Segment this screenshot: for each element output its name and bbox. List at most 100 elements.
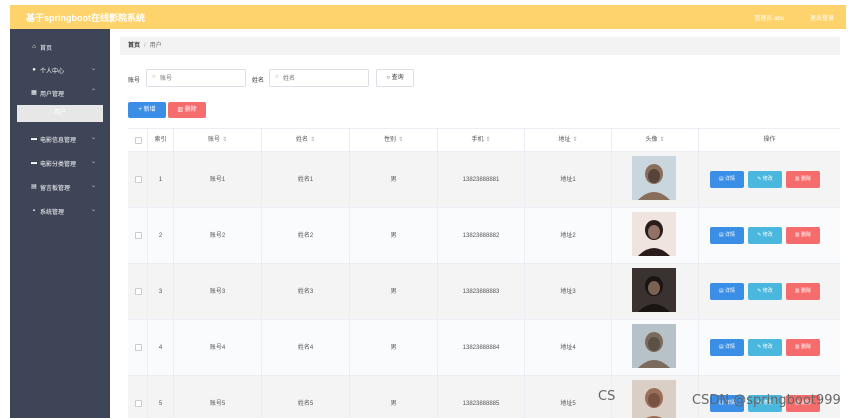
sidebar-item-label: 留言板管理 [40, 186, 71, 192]
row-checkbox[interactable] [135, 400, 142, 407]
plus-icon: + [138, 107, 142, 113]
sort-icon: ⇕ [221, 137, 228, 143]
trash-icon: ▥ [177, 107, 183, 113]
edit-button[interactable]: ✎ 修改 [748, 171, 782, 188]
sidebar-item-label: 电影分类管理 [40, 162, 77, 168]
pencil-icon: ✎ [757, 232, 762, 238]
cell-address: 地址4 [525, 320, 612, 376]
cell-gender: 男 [350, 320, 438, 376]
delete-button[interactable]: ▥ 删除 [786, 339, 820, 356]
sidebar-item-movies[interactable]: ▬ 电影信息管理 ⌄ [10, 129, 110, 149]
search-icon: ○ [275, 74, 279, 80]
top-bar: 基于springboot在线影院系统 管理员 abo 退出登录 [10, 5, 846, 29]
search-bar: 账号 ○ 姓名 ○ ○ 查询 [128, 69, 828, 89]
select-all-cell [128, 129, 148, 153]
cell-gender: 男 [350, 152, 438, 208]
cell-name: 姓名5 [262, 376, 350, 418]
sidebar-subitem-user[interactable]: 用户 [17, 105, 103, 122]
header-name[interactable]: 姓名 ⇕ [262, 129, 350, 153]
cell-phone: 13823888883 [438, 264, 525, 320]
header-account[interactable]: 账号 ⇕ [174, 129, 262, 153]
main-content: 首页 /用户 账号 ○ 姓名 ○ ○ 查询 + 新增 ▥ 删除 [110, 29, 846, 418]
delete-button[interactable]: ▥ 删除 [786, 283, 820, 300]
sidebar-item-users[interactable]: ▦ 用户管理 ⌃ [10, 83, 110, 103]
delete-button[interactable]: ▥ 删除 [786, 227, 820, 244]
table-row: 1 账号1 姓名1 男 13823888881 地址1 ▤ 详情 ✎ 修改 ▥ 删除 [128, 152, 840, 208]
app-title: 基于springboot在线影院系统 [26, 13, 145, 23]
name-input[interactable] [283, 73, 363, 84]
sidebar-item-profile[interactable]: ● 个人中心 ⌄ [10, 60, 110, 80]
avatar [632, 156, 676, 200]
detail-button[interactable]: ▤ 详情 [710, 339, 744, 356]
pencil-icon: ✎ [757, 344, 762, 350]
row-select-cell [128, 208, 148, 264]
table-row: 4 账号4 姓名4 男 13823888884 地址4 ▤ 详情 ✎ 修改 ▥ 删除 [128, 320, 840, 376]
header-phone[interactable]: 手机 ⇕ [438, 129, 525, 153]
header-gender[interactable]: 性别 ⇕ [350, 129, 438, 153]
edit-button[interactable]: ✎ 修改 [748, 227, 782, 244]
row-select-cell [128, 376, 148, 418]
sidebar-item-messages[interactable]: ▤ 留言板管理 ⌄ [10, 177, 110, 197]
sidebar-item-label: 系统管理 [40, 210, 65, 216]
delete-label: 删除 [184, 107, 197, 113]
detail-button[interactable]: ▤ 详情 [710, 171, 744, 188]
row-select-cell [128, 320, 148, 376]
header-address[interactable]: 地址 ⇕ [525, 129, 612, 153]
name-field[interactable]: ○ [269, 69, 369, 87]
pencil-icon: ✎ [757, 288, 762, 294]
cell-gender: 男 [350, 208, 438, 264]
add-button[interactable]: + 新增 [128, 102, 166, 118]
delete-button[interactable]: ▥ 删除 [786, 171, 820, 188]
batch-delete-button[interactable]: ▥ 删除 [168, 102, 206, 118]
account-label: 账号 [128, 78, 141, 84]
add-label: 新增 [143, 107, 156, 113]
sidebar-item-label: 用户管理 [40, 92, 65, 98]
avatar [632, 268, 676, 312]
chevron-down-icon: ⌄ [90, 66, 96, 72]
cell-name: 姓名3 [262, 264, 350, 320]
edit-button[interactable]: ✎ 修改 [748, 339, 782, 356]
cell-phone: 13823888881 [438, 152, 525, 208]
document-icon: ▤ [718, 344, 724, 350]
row-checkbox[interactable] [135, 176, 142, 183]
cell-index: 3 [148, 264, 174, 320]
cell-account: 账号1 [174, 152, 262, 208]
search-icon: ○ [152, 74, 156, 80]
cell-address: 地址1 [525, 152, 612, 208]
cell-phone: 13823888884 [438, 320, 525, 376]
sidebar-item-system[interactable]: ▪ 系统管理 ⌄ [10, 201, 110, 221]
document-icon: ▤ [718, 232, 724, 238]
cell-address: 地址3 [525, 264, 612, 320]
sidebar-item-categories[interactable]: ▬ 电影分类管理 ⌄ [10, 153, 110, 173]
detail-button[interactable]: ▤ 详情 [710, 227, 744, 244]
select-all-checkbox[interactable] [135, 137, 142, 144]
cell-name: 姓名1 [262, 152, 350, 208]
row-checkbox[interactable] [135, 232, 142, 239]
cell-name: 姓名4 [262, 320, 350, 376]
name-label: 姓名 [252, 78, 265, 84]
table-row: 2 账号2 姓名2 男 13823888882 地址2 ▤ 详情 ✎ 修改 ▥ 删除 [128, 208, 840, 264]
cell-account: 账号4 [174, 320, 262, 376]
query-label: 查询 [391, 75, 404, 81]
query-button[interactable]: ○ 查询 [376, 69, 414, 87]
edit-button[interactable]: ✎ 修改 [748, 283, 782, 300]
row-checkbox[interactable] [135, 288, 142, 295]
detail-button[interactable]: ▤ 详情 [710, 283, 744, 300]
logout-link[interactable]: 退出登录 [810, 13, 834, 22]
header-avatar[interactable]: 头像 ⇕ [612, 129, 699, 153]
chevron-down-icon: ⌄ [90, 183, 96, 189]
app-frame: 基于springboot在线影院系统 管理员 abo 退出登录 ⌂ 首页 ● 个… [10, 5, 846, 418]
film-icon: ▬ [31, 136, 37, 142]
account-field[interactable]: ○ [146, 69, 246, 87]
cell-phone: 13823888885 [438, 376, 525, 418]
account-input[interactable] [160, 73, 240, 84]
sidebar-item-home[interactable]: ⌂ 首页 [10, 37, 110, 57]
cell-address: 地址2 [525, 208, 612, 264]
watermark: CSDN @springboot999 [692, 393, 841, 408]
chevron-down-icon: ⌄ [90, 135, 96, 141]
sidebar: ⌂ 首页 ● 个人中心 ⌄ ▦ 用户管理 ⌃ 用户 ▬ 电影信息管理 ⌄ ▬ 电… [10, 29, 110, 418]
search-icon: ○ [386, 75, 390, 81]
breadcrumb-home[interactable]: 首页 [128, 43, 140, 49]
row-select-cell [128, 264, 148, 320]
row-checkbox[interactable] [135, 344, 142, 351]
